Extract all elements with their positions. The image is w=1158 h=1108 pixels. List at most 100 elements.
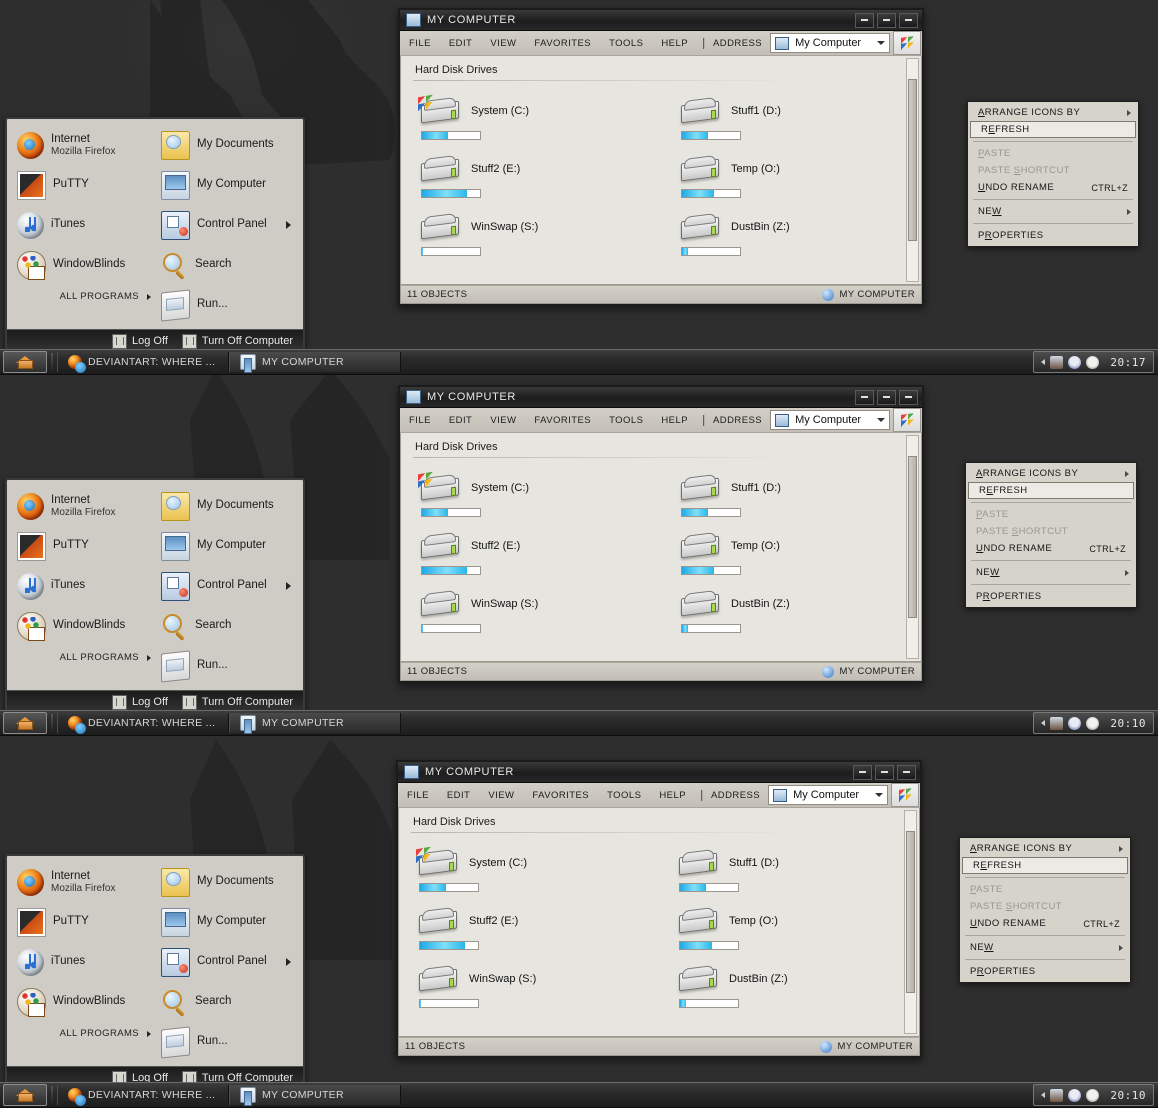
system-tray[interactable]: 20:10 [1033,712,1154,734]
maximize-button[interactable] [875,764,894,780]
vertical-scrollbar[interactable] [904,810,917,1034]
start-item-my-documents[interactable]: My Documents [155,486,299,526]
scrollbar-thumb[interactable] [908,79,917,241]
menu-bar[interactable]: FILE EDIT VIEW FAVORITES TOOLS HELP ADDR… [400,31,922,56]
maximize-button[interactable] [877,12,896,28]
start-item-search[interactable]: Search [155,606,299,646]
skull-icon[interactable] [1068,716,1082,730]
menu-help[interactable]: HELP [652,38,697,49]
ctx-new[interactable]: NEW [960,939,1130,956]
scrollbar-thumb[interactable] [908,456,917,618]
all-programs-button[interactable]: ALL PROGRAMS [11,646,155,665]
menu-favorites[interactable]: FAVORITES [523,790,598,801]
taskbar-button-firefox[interactable]: DEVIANTART: WHERE ... [57,1085,229,1106]
taskbar-button-mycomputer[interactable]: MY COMPUTER [229,1085,401,1106]
menu-tools[interactable]: TOOLS [598,790,650,801]
skull-icon[interactable] [1068,1088,1082,1102]
log-off-button[interactable]: Log Off [112,333,168,349]
drive-item[interactable]: Temp (O:) [661,532,921,590]
all-programs-button[interactable]: ALL PROGRAMS [11,1022,155,1041]
window-buttons[interactable] [853,764,916,780]
ctx-arrange-icons-by[interactable]: ARRANGE ICONS BY [960,840,1130,857]
close-button[interactable] [899,389,918,405]
start-menu[interactable]: Internet Mozilla Firefox PuTTY iTunes Win… [5,478,305,715]
ctx-properties[interactable]: PROPERTIES [966,588,1136,605]
menu-help[interactable]: HELP [652,415,697,426]
system-tray[interactable]: 20:10 [1033,1084,1154,1106]
taskbar-button-firefox[interactable]: DEVIANTART: WHERE ... [57,352,229,373]
screen-icon[interactable] [1050,716,1064,730]
start-item-run[interactable]: Run... [155,1022,299,1062]
ctx-undo-rename[interactable]: UNDO RENAME CTRL+Z [960,915,1130,932]
drive-item[interactable]: Temp (O:) [659,907,919,965]
explorer-window[interactable]: MY COMPUTER FILE EDIT VIEW FAVORITES TOO… [398,8,924,306]
tray-expand-icon[interactable] [1041,359,1046,365]
ctx-refresh[interactable]: REFRESH [962,857,1128,874]
taskbar-button-mycomputer[interactable]: MY COMPUTER [229,352,401,373]
start-item-putty[interactable]: PuTTY [11,902,155,942]
start-item-my-documents[interactable]: My Documents [155,125,299,165]
vertical-scrollbar[interactable] [906,58,919,282]
ctx-refresh[interactable]: REFRESH [970,121,1136,138]
start-item-control-panel[interactable]: Control Panel [155,205,299,245]
start-item-search[interactable]: Search [155,245,299,285]
menu-bar[interactable]: FILE EDIT VIEW FAVORITES TOOLS HELP ADDR… [400,408,922,433]
taskbar-button-mycomputer[interactable]: MY COMPUTER [229,713,401,734]
address-input[interactable]: My Computer [770,33,890,53]
window-buttons[interactable] [855,389,918,405]
menu-favorites[interactable]: FAVORITES [525,38,600,49]
drive-item[interactable]: System (C:) [401,471,661,532]
start-item-itunes[interactable]: iTunes [11,942,155,982]
log-off-button[interactable]: Log Off [112,694,168,710]
start-button[interactable] [3,351,47,373]
menu-help[interactable]: HELP [650,790,695,801]
ctx-new[interactable]: NEW [966,564,1136,581]
drive-item[interactable]: System (C:) [399,846,659,907]
start-item-run[interactable]: Run... [155,646,299,686]
start-item-control-panel[interactable]: Control Panel [155,566,299,606]
clock[interactable]: 20:10 [1104,717,1146,730]
tray-expand-icon[interactable] [1041,1092,1046,1098]
drive-item[interactable]: Stuff1 (D:) [659,849,919,907]
minimize-button[interactable] [855,12,874,28]
minimize-button[interactable] [855,389,874,405]
menu-favorites[interactable]: FAVORITES [525,415,600,426]
start-item-my-computer[interactable]: My Computer [155,165,299,205]
start-item-windowblinds[interactable]: WindowBlinds [11,982,155,1022]
drive-item[interactable]: WinSwap (S:) [401,213,661,271]
drive-item[interactable]: WinSwap (S:) [399,965,659,1023]
minimize-button[interactable] [853,764,872,780]
menu-edit[interactable]: EDIT [438,790,479,801]
start-item-search[interactable]: Search [155,982,299,1022]
ctx-properties[interactable]: PROPERTIES [968,227,1138,244]
context-menu[interactable]: ARRANGE ICONS BY REFRESH PASTE PASTE SHO… [967,101,1139,247]
menu-bar[interactable]: FILE EDIT VIEW FAVORITES TOOLS HELP ADDR… [398,783,920,808]
ctx-arrange-icons-by[interactable]: ARRANGE ICONS BY [968,104,1138,121]
vertical-scrollbar[interactable] [906,435,919,659]
gear-icon[interactable] [1086,355,1100,369]
turn-off-button[interactable]: Turn Off Computer [181,694,293,710]
address-input[interactable]: My Computer [768,785,888,805]
menu-tools[interactable]: TOOLS [600,38,652,49]
drive-item[interactable]: System (C:) [401,94,661,155]
menu-file[interactable]: FILE [400,38,440,49]
menu-view[interactable]: VIEW [481,415,525,426]
ctx-refresh[interactable]: REFRESH [968,482,1134,499]
ctx-arrange-icons-by[interactable]: ARRANGE ICONS BY [966,465,1136,482]
context-menu[interactable]: ARRANGE ICONS BY REFRESH PASTE PASTE SHO… [965,462,1137,608]
chevron-down-icon[interactable] [875,793,883,797]
skull-icon[interactable] [1068,355,1082,369]
screen-icon[interactable] [1050,355,1064,369]
start-item-my-documents[interactable]: My Documents [155,862,299,902]
window-titlebar[interactable]: MY COMPUTER [398,762,920,783]
start-item-internet[interactable]: Internet Mozilla Firefox [11,862,155,902]
ctx-properties[interactable]: PROPERTIES [960,963,1130,980]
clock[interactable]: 20:10 [1104,1089,1146,1102]
drive-item[interactable]: Stuff2 (E:) [401,532,661,590]
start-button[interactable] [3,1084,47,1106]
start-item-putty[interactable]: PuTTY [11,165,155,205]
drive-item[interactable]: Stuff1 (D:) [661,97,921,155]
start-button[interactable] [3,712,47,734]
start-item-putty[interactable]: PuTTY [11,526,155,566]
window-titlebar[interactable]: MY COMPUTER [400,10,922,31]
